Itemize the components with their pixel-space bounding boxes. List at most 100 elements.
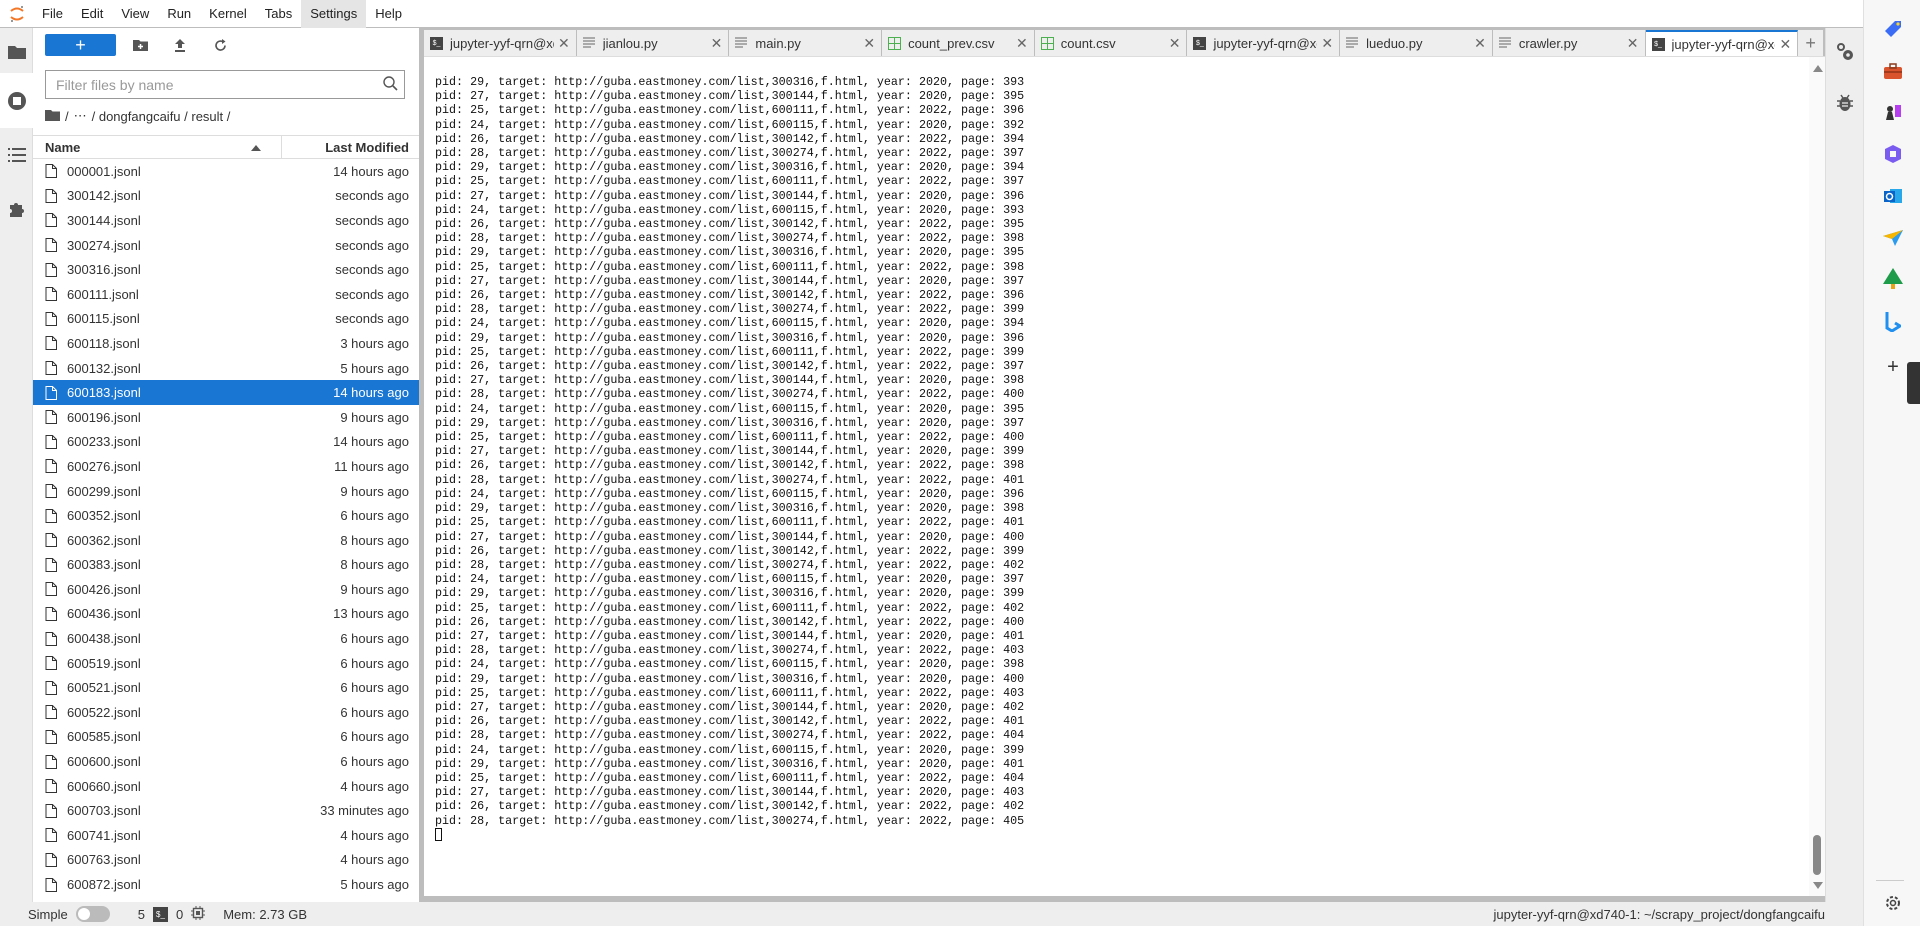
tab[interactable]: main.py ✕ bbox=[729, 30, 883, 56]
terminal-line: pid: 28, target: http://guba.eastmoney.c… bbox=[435, 387, 1025, 402]
file-modified: 8 hours ago bbox=[340, 557, 409, 573]
terminals-count[interactable]: 5 bbox=[138, 907, 145, 922]
new-launcher-button[interactable]: + bbox=[45, 34, 116, 56]
file-row[interactable]: 600521.jsonl 6 hours ago bbox=[33, 675, 419, 700]
toolbox-icon[interactable] bbox=[1882, 60, 1904, 82]
sidebar-handle[interactable] bbox=[1907, 362, 1920, 404]
kernels-count[interactable]: 0 bbox=[176, 907, 183, 922]
tab[interactable]: crawler.py ✕ bbox=[1492, 30, 1646, 56]
menu-kernel[interactable]: Kernel bbox=[200, 0, 256, 28]
menu-tabs[interactable]: Tabs bbox=[256, 0, 301, 28]
file-modified: 14 hours ago bbox=[333, 163, 409, 179]
file-row[interactable]: 600703.jsonl 33 minutes ago bbox=[33, 798, 419, 823]
tree-icon[interactable] bbox=[1882, 268, 1904, 290]
file-row[interactable]: 600660.jsonl 4 hours ago bbox=[33, 774, 419, 799]
file-row[interactable]: 600763.jsonl 4 hours ago bbox=[33, 848, 419, 873]
close-tab-icon[interactable]: ✕ bbox=[1321, 35, 1333, 52]
tab[interactable]: $_ jupyter-yyf-qrn@xd740-1✕ bbox=[1645, 30, 1799, 56]
file-row[interactable]: 300274.jsonl seconds ago bbox=[33, 233, 419, 258]
tab[interactable]: lueduo.py ✕ bbox=[1340, 30, 1493, 56]
tab[interactable]: jianlou.py ✕ bbox=[576, 30, 730, 56]
scroll-up-arrow-icon[interactable] bbox=[1813, 65, 1823, 72]
file-name: 300316.jsonl bbox=[67, 262, 141, 278]
menu-help[interactable]: Help bbox=[366, 0, 411, 28]
file-row[interactable]: 600522.jsonl 6 hours ago bbox=[33, 700, 419, 725]
home-folder-icon[interactable] bbox=[45, 109, 60, 124]
scrollbar-thumb[interactable] bbox=[1813, 835, 1821, 875]
tab[interactable]: $_ jupyter-yyf-qrn@xd740-1✕ bbox=[424, 30, 577, 56]
close-tab-icon[interactable]: ✕ bbox=[1779, 36, 1791, 53]
file-row[interactable]: 600600.jsonl 6 hours ago bbox=[33, 749, 419, 774]
breadcrumb-ellipsis[interactable]: ⋯ bbox=[74, 108, 87, 124]
property-inspector-gears-icon[interactable] bbox=[1835, 42, 1855, 65]
terminal[interactable]: pid: 29, target: http://guba.eastmoney.c… bbox=[424, 56, 1825, 896]
jupyter-logo-icon[interactable] bbox=[0, 0, 33, 28]
menu-edit[interactable]: Edit bbox=[72, 0, 112, 28]
menu-view[interactable]: View bbox=[112, 0, 158, 28]
last-modified-column-header[interactable]: Last Modified bbox=[282, 136, 419, 158]
file-row[interactable]: 600111.jsonl seconds ago bbox=[33, 282, 419, 307]
tab[interactable]: $_ jupyter-yyf-qrn@xd740-1✕ bbox=[1187, 30, 1341, 56]
close-tab-icon[interactable]: ✕ bbox=[1016, 35, 1028, 52]
games-icon[interactable] bbox=[1882, 101, 1904, 123]
breadcrumb-root[interactable]: / bbox=[65, 109, 69, 124]
tag-icon[interactable] bbox=[1882, 18, 1904, 40]
file-row[interactable]: 600132.jsonl 5 hours ago bbox=[33, 356, 419, 381]
filter-files-input[interactable] bbox=[45, 70, 405, 99]
breadcrumb-path[interactable]: / dongfangcaifu / result / bbox=[92, 109, 231, 124]
file-row[interactable]: 600118.jsonl 3 hours ago bbox=[33, 331, 419, 356]
file-row[interactable]: 600585.jsonl 6 hours ago bbox=[33, 725, 419, 750]
debugger-bug-icon[interactable] bbox=[1837, 94, 1853, 115]
new-tab-button[interactable]: + bbox=[1798, 30, 1824, 56]
menu-settings[interactable]: Settings bbox=[301, 0, 367, 28]
menu-file[interactable]: File bbox=[33, 0, 72, 28]
file-row[interactable]: 000001.jsonl 14 hours ago bbox=[33, 159, 419, 184]
terminal-icon: $_ bbox=[430, 36, 444, 50]
file-row[interactable]: 300144.jsonl seconds ago bbox=[33, 208, 419, 233]
outlook-icon[interactable] bbox=[1882, 185, 1904, 207]
menu-run[interactable]: Run bbox=[158, 0, 200, 28]
file-row[interactable]: 600299.jsonl 9 hours ago bbox=[33, 479, 419, 504]
file-row[interactable]: 600196.jsonl 9 hours ago bbox=[33, 405, 419, 430]
file-row[interactable]: 600519.jsonl 6 hours ago bbox=[33, 651, 419, 676]
table-of-contents-icon[interactable] bbox=[6, 144, 28, 166]
file-row[interactable]: 600362.jsonl 8 hours ago bbox=[33, 528, 419, 553]
file-row[interactable]: 600438.jsonl 6 hours ago bbox=[33, 626, 419, 651]
close-tab-icon[interactable]: ✕ bbox=[711, 35, 723, 52]
office-icon[interactable] bbox=[1882, 143, 1904, 165]
close-tab-icon[interactable]: ✕ bbox=[863, 35, 875, 52]
file-row[interactable]: 600741.jsonl 4 hours ago bbox=[33, 823, 419, 848]
new-folder-icon[interactable] bbox=[131, 36, 149, 54]
scroll-down-arrow-icon[interactable] bbox=[1813, 882, 1823, 889]
file-row[interactable]: 600872.jsonl 5 hours ago bbox=[33, 872, 419, 897]
file-name: 600438.jsonl bbox=[67, 631, 141, 647]
file-row[interactable]: 600276.jsonl 11 hours ago bbox=[33, 454, 419, 479]
file-row[interactable]: 300316.jsonl seconds ago bbox=[33, 257, 419, 282]
simple-mode-toggle[interactable] bbox=[75, 906, 110, 922]
extensions-puzzle-icon[interactable] bbox=[6, 198, 28, 220]
folder-icon[interactable] bbox=[6, 40, 28, 62]
file-row[interactable]: 600115.jsonl seconds ago bbox=[33, 307, 419, 332]
file-row[interactable]: 600352.jsonl 6 hours ago bbox=[33, 503, 419, 528]
file-row[interactable]: 600383.jsonl 8 hours ago bbox=[33, 553, 419, 578]
name-column-header[interactable]: Name bbox=[33, 136, 282, 158]
close-tab-icon[interactable]: ✕ bbox=[1474, 35, 1486, 52]
close-tab-icon[interactable]: ✕ bbox=[1627, 35, 1639, 52]
add-icon[interactable]: + bbox=[1882, 356, 1904, 378]
file-row[interactable]: 600233.jsonl 14 hours ago bbox=[33, 430, 419, 455]
close-tab-icon[interactable]: ✕ bbox=[558, 35, 570, 52]
bing-icon[interactable] bbox=[1882, 311, 1904, 333]
tab[interactable]: count_prev.csv ✕ bbox=[882, 30, 1035, 56]
file-row[interactable]: 600436.jsonl 13 hours ago bbox=[33, 602, 419, 627]
send-icon[interactable] bbox=[1882, 227, 1904, 249]
settings-gear-icon[interactable] bbox=[1882, 892, 1904, 914]
tab[interactable]: count.csv ✕ bbox=[1034, 30, 1188, 56]
running-sessions-icon[interactable] bbox=[6, 90, 28, 112]
file-row[interactable]: 600426.jsonl 9 hours ago bbox=[33, 577, 419, 602]
terminal-scrollbar[interactable] bbox=[1809, 57, 1825, 896]
refresh-icon[interactable] bbox=[211, 36, 229, 54]
file-row[interactable]: 300142.jsonl seconds ago bbox=[33, 184, 419, 209]
close-tab-icon[interactable]: ✕ bbox=[1169, 35, 1181, 52]
file-row[interactable]: 600183.jsonl 14 hours ago bbox=[33, 380, 419, 405]
upload-icon[interactable] bbox=[171, 36, 189, 54]
